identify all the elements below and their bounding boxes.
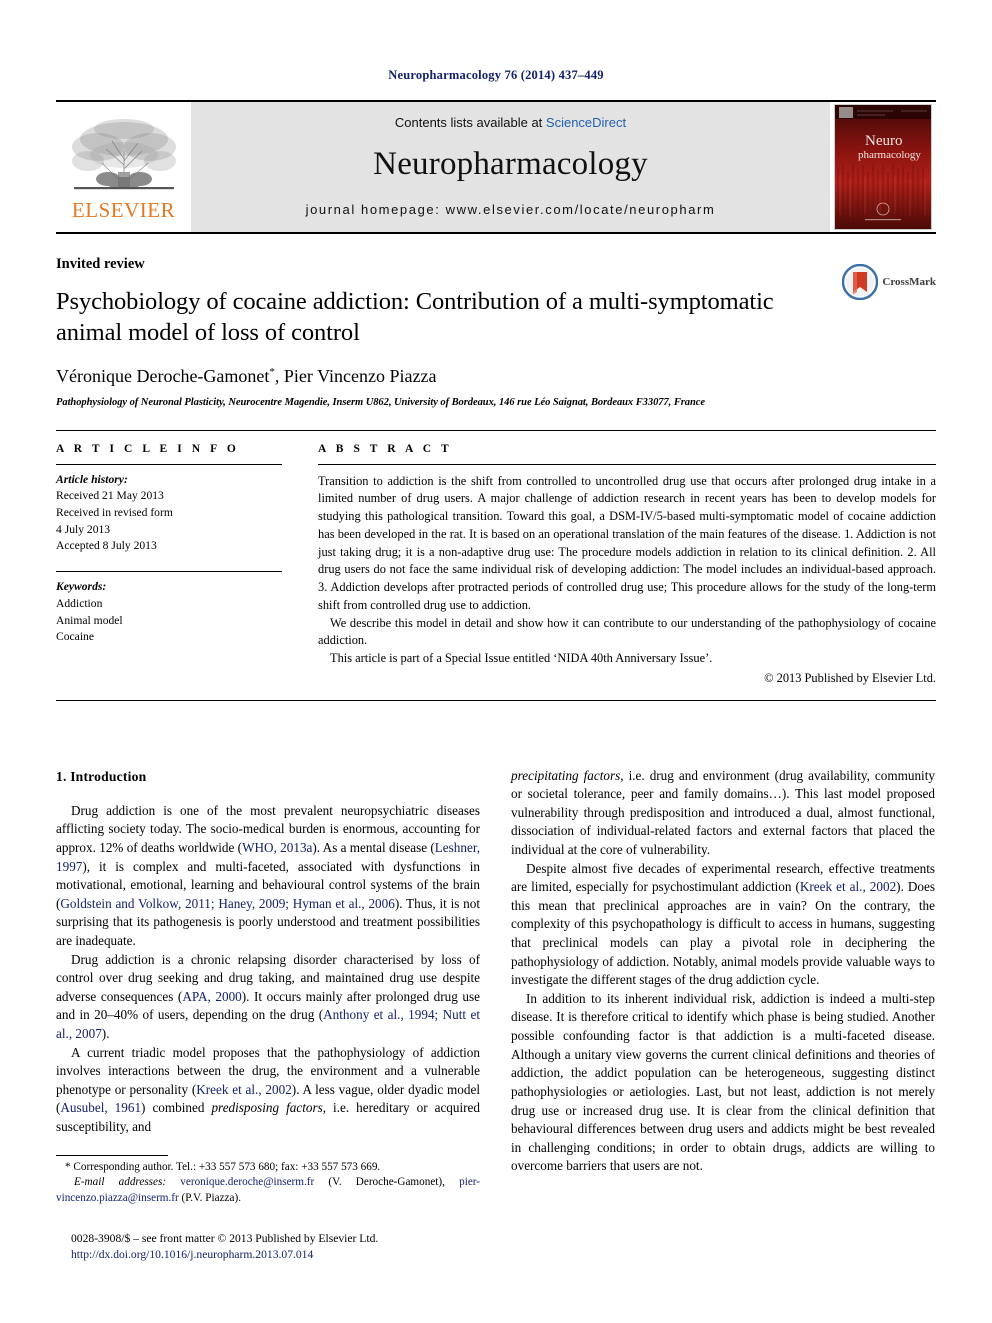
keywords-label: Keywords: [56, 580, 107, 594]
journal-cover-image: Neuro pharmacology [835, 105, 931, 229]
body-paragraph: Drug addiction is one of the most preval… [56, 802, 480, 951]
article-history: Article history: Received 21 May 2013 Re… [56, 465, 282, 555]
footnote-rule [56, 1154, 168, 1156]
citation-link[interactable]: Goldstein and Volkow, 2011; Haney, 2009;… [60, 896, 394, 911]
keyword-item: Cocaine [56, 630, 94, 644]
page-title: Psychobiology of cocaine addiction: Cont… [56, 288, 774, 346]
body-paragraph: A current triadic model proposes that th… [56, 1044, 480, 1137]
history-label: Article history: [56, 472, 128, 486]
doi-link[interactable]: http://dx.doi.org/10.1016/j.neuropharm.2… [56, 1247, 480, 1263]
issn-line: 0028-3908/$ – see front matter © 2013 Pu… [71, 1231, 379, 1245]
contents-prefix: Contents lists available at [394, 115, 546, 130]
email-owner-2: (P.V. Piazza). [181, 1192, 241, 1204]
body-paragraph: Despite almost five decades of experimen… [511, 860, 935, 990]
sciencedirect-link[interactable]: ScienceDirect [546, 115, 626, 130]
citation-link[interactable]: Kreek et al., 2002 [196, 1082, 292, 1097]
section-bottom-divider [56, 699, 936, 701]
abstract-paragraph: We describe this model in detail and sho… [318, 615, 936, 648]
article-page: Neuropharmacology 76 (2014) 437–449 ELSE… [0, 0, 992, 1323]
right-column-paragraphs: precipitating factors, i.e. drug and env… [511, 767, 935, 1176]
history-item: Received in revised form [56, 506, 173, 520]
footnote-body: * Corresponding author. Tel.: +33 557 57… [56, 1160, 480, 1207]
footer-block: 0028-3908/$ – see front matter © 2013 Pu… [56, 1231, 480, 1264]
journal-cover-thumbnail[interactable]: Neuro pharmacology [834, 104, 932, 230]
elsevier-logo[interactable]: ELSEVIER [56, 102, 191, 232]
journal-homepage[interactable]: journal homepage: www.elsevier.com/locat… [306, 202, 716, 217]
article-info-column: A R T I C L E I N F O Article history: R… [56, 443, 318, 688]
citation-link[interactable]: Kreek et al., 2002 [800, 879, 896, 894]
keyword-item: Animal model [56, 613, 123, 627]
body-text: In addition to its inherent individual r… [511, 990, 935, 1174]
abstract-column: A B S T R A C T Transition to addiction … [318, 443, 936, 688]
crossmark-label: CrossMark [882, 276, 936, 288]
abstract-heading: A B S T R A C T [318, 442, 453, 455]
keywords-block: Keywords: Addiction Animal model Cocaine [56, 572, 282, 646]
email-owner-1: (V. Deroche-Gamonet), [328, 1176, 445, 1189]
body-paragraph: precipitating factors, i.e. drug and env… [511, 767, 935, 860]
email-address-1[interactable]: veronique.deroche@inserm.fr [180, 1176, 314, 1188]
citation-link[interactable]: APA, 2000 [182, 989, 241, 1004]
elsevier-tree-icon [71, 118, 176, 189]
contents-available-line: Contents lists available at ScienceDirec… [395, 115, 626, 130]
running-head: Neuropharmacology 76 (2014) 437–449 [388, 68, 604, 82]
body-text: ). As a mental disease ( [312, 839, 435, 855]
masthead-center: Contents lists available at ScienceDirec… [191, 102, 830, 232]
history-item: 4 July 2013 [56, 522, 111, 536]
abstract-paragraph: Transition to addiction is the shift fro… [318, 473, 936, 612]
emphasis-text: predisposing factors [211, 1100, 323, 1116]
history-item: Accepted 8 July 2013 [56, 539, 157, 553]
left-column-paragraphs: Drug addiction is one of the most preval… [56, 802, 480, 1137]
history-item: Received 21 May 2013 [56, 489, 164, 503]
body-paragraph: In addition to its inherent individual r… [511, 990, 935, 1176]
info-abstract-section: A R T I C L E I N F O Article history: R… [56, 429, 936, 688]
footnotes: * Corresponding author. Tel.: +33 557 57… [56, 1154, 480, 1264]
body-paragraph: Drug addiction is a chronic relapsing di… [56, 951, 480, 1044]
body-text: ) combined [141, 1100, 212, 1116]
title-block: Invited review Psychobiology of cocaine … [56, 234, 936, 408]
cover-title-line2: pharmacology [858, 149, 921, 161]
body-text: ). Does this mean that preclinical appro… [511, 879, 935, 988]
article-info-heading: A R T I C L E I N F O [56, 442, 240, 455]
corresponding-author-note: * Corresponding author. Tel.: +33 557 57… [65, 1160, 381, 1173]
emphasis-text: precipitating factors [511, 767, 621, 783]
author-list: Véronique Deroche-Gamonet*, Pier Vincenz… [56, 365, 437, 386]
abstract-paragraph: This article is part of a Special Issue … [330, 651, 713, 666]
elsevier-wordmark: ELSEVIER [71, 197, 176, 222]
body-columns: 1. Introduction Drug addiction is one of… [56, 767, 936, 1264]
citation-link[interactable]: Ausubel, 1961 [60, 1100, 141, 1115]
affiliation: Pathophysiology of Neuronal Plasticity, … [56, 396, 706, 408]
email-note: E-mail addresses: veronique.deroche@inse… [56, 1175, 480, 1206]
journal-masthead: ELSEVIER Contents lists available at Sci… [56, 100, 936, 234]
keyword-item: Addiction [56, 596, 103, 610]
journal-title: Neuropharmacology [373, 146, 648, 182]
abstract-body: Transition to addiction is the shift fro… [318, 465, 936, 688]
body-column-left: 1. Introduction Drug addiction is one of… [56, 767, 480, 1264]
citation-link[interactable]: WHO, 2013a [242, 840, 312, 855]
article-type: Invited review [56, 256, 145, 272]
crossmark-badge[interactable]: CrossMark [842, 264, 936, 300]
body-text: ). [101, 1026, 110, 1041]
email-label: E-mail addresses: [74, 1176, 167, 1189]
body-column-right: precipitating factors, i.e. drug and env… [511, 767, 935, 1264]
masthead-right: Neuro pharmacology [830, 102, 936, 232]
cover-title-line1: Neuro [865, 133, 903, 149]
section-heading-introduction: 1. Introduction [56, 768, 147, 784]
crossmark-icon [842, 264, 879, 300]
abstract-copyright: © 2013 Published by Elsevier Ltd. [764, 670, 936, 685]
